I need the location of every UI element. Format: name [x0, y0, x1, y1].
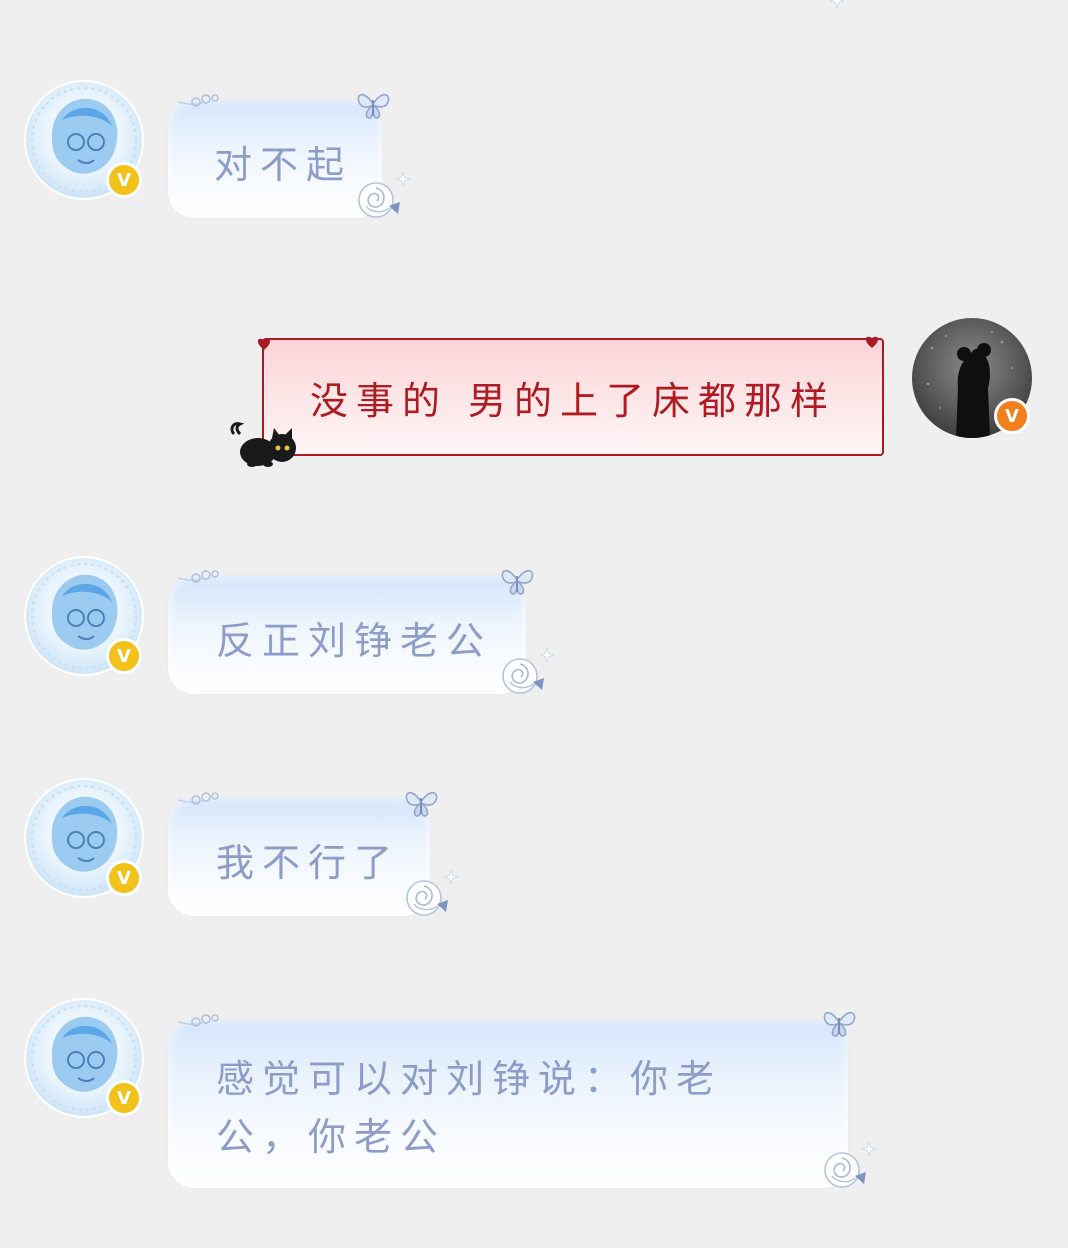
- message-bubble[interactable]: 感觉可以对刘铮说：你老公，你老公: [168, 1020, 848, 1188]
- rose-icon: [358, 182, 401, 218]
- heart-icon: [865, 336, 879, 348]
- message-text: 我不行了: [216, 841, 401, 885]
- rose-icon: [502, 658, 545, 694]
- message-bubble[interactable]: 没事的 男的上了床都那样: [262, 338, 884, 456]
- butterfly-icon: [357, 93, 390, 119]
- message-text: 对不起: [214, 143, 353, 187]
- message-text: 感觉可以对刘铮说：你老公，你老公: [216, 1057, 723, 1159]
- butterfly-icon: [405, 791, 438, 817]
- verified-badge-icon: V: [106, 638, 142, 674]
- sparkle-icon: [540, 648, 554, 662]
- verified-badge-icon: V: [106, 860, 142, 896]
- rose-icon: [824, 1152, 867, 1188]
- butterfly-icon: [823, 1011, 856, 1037]
- butterfly-icon: [501, 569, 534, 595]
- chain-icon: [177, 792, 219, 805]
- chain-icon: [177, 94, 219, 107]
- sparkle-icon: [444, 870, 458, 884]
- sparkle-icon: [396, 172, 410, 186]
- message-text: 没事的 男的上了床都那样: [309, 378, 837, 423]
- message-bubble[interactable]: 对不起: [168, 100, 382, 218]
- black-cat-icon: [230, 422, 296, 467]
- chain-icon: [177, 1014, 219, 1027]
- message-bubble[interactable]: 反正刘铮老公: [168, 576, 526, 694]
- verified-badge-icon: V: [106, 162, 142, 198]
- message-bubble[interactable]: 我不行了: [168, 798, 430, 916]
- sparkle-icon: [862, 1142, 876, 1156]
- verified-badge-icon: V: [106, 1080, 142, 1116]
- message-text: 反正刘铮老公: [216, 619, 493, 663]
- chain-icon: [177, 570, 219, 583]
- rose-icon: [406, 880, 449, 916]
- sparkle-icon: [830, 0, 844, 8]
- heart-icon: [257, 338, 271, 350]
- verified-badge-icon: V: [994, 398, 1030, 434]
